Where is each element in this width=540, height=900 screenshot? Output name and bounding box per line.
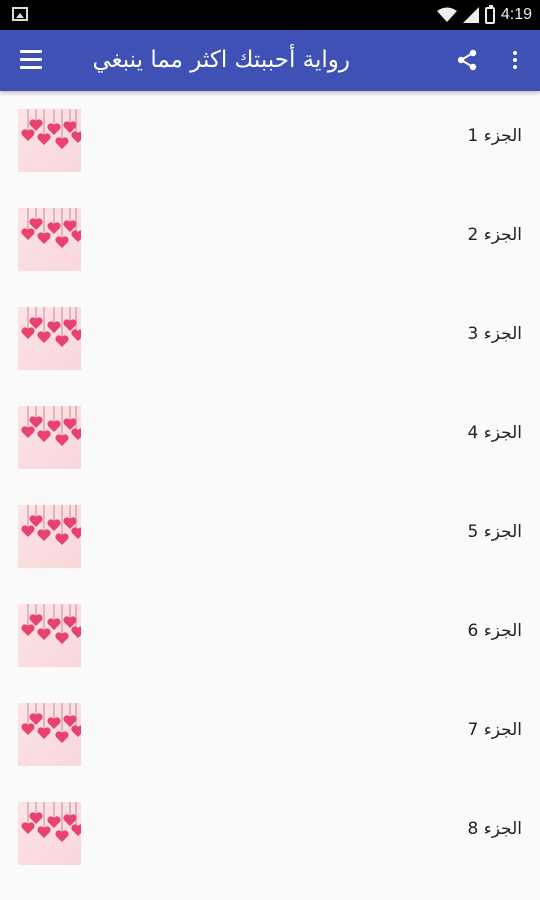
more-vert-icon[interactable] <box>508 48 522 72</box>
parts-list: الجزء 1 الجزء 2 الجزء 3 الجزء 4 الجزء 5 … <box>0 91 540 883</box>
list-item-label: الجزء 2 <box>467 225 522 245</box>
hearts-thumbnail-icon <box>18 703 81 766</box>
gallery-notification-icon <box>12 7 28 21</box>
hearts-thumbnail-icon <box>18 505 81 568</box>
list-item[interactable]: الجزء 2 <box>0 190 540 289</box>
list-item[interactable]: الجزء 5 <box>0 487 540 586</box>
list-item[interactable]: الجزء 7 <box>0 685 540 784</box>
hearts-thumbnail-icon <box>18 802 81 865</box>
list-item-label: الجزء 5 <box>467 522 522 542</box>
list-item[interactable]: الجزء 4 <box>0 388 540 487</box>
app-bar: رواية أحببتك اكثر مما ينبغي <box>0 30 540 91</box>
hearts-thumbnail-icon <box>18 307 81 370</box>
list-item-label: الجزء 4 <box>467 423 522 443</box>
list-item-label: الجزء 6 <box>467 621 522 641</box>
list-item[interactable]: الجزء 8 <box>0 784 540 883</box>
status-time: 4:19 <box>500 6 532 23</box>
menu-icon[interactable] <box>20 50 44 70</box>
status-bar: 4:19 <box>0 0 540 30</box>
page-title: رواية أحببتك اكثر مما ينبغي <box>92 47 350 73</box>
hearts-thumbnail-icon <box>18 604 81 667</box>
share-icon[interactable] <box>455 48 479 72</box>
battery-icon <box>484 4 495 24</box>
hearts-thumbnail-icon <box>18 109 81 172</box>
list-item-label: الجزء 3 <box>467 324 522 344</box>
wifi-icon <box>436 7 457 22</box>
hearts-thumbnail-icon <box>18 208 81 271</box>
list-item-label: الجزء 7 <box>467 720 522 740</box>
hearts-thumbnail-icon <box>18 406 81 469</box>
list-item-label: الجزء 1 <box>467 126 522 146</box>
list-item[interactable]: الجزء 1 <box>0 91 540 190</box>
list-item[interactable]: الجزء 3 <box>0 289 540 388</box>
list-item[interactable]: الجزء 6 <box>0 586 540 685</box>
signal-icon <box>462 7 479 23</box>
list-item-label: الجزء 8 <box>467 819 522 839</box>
